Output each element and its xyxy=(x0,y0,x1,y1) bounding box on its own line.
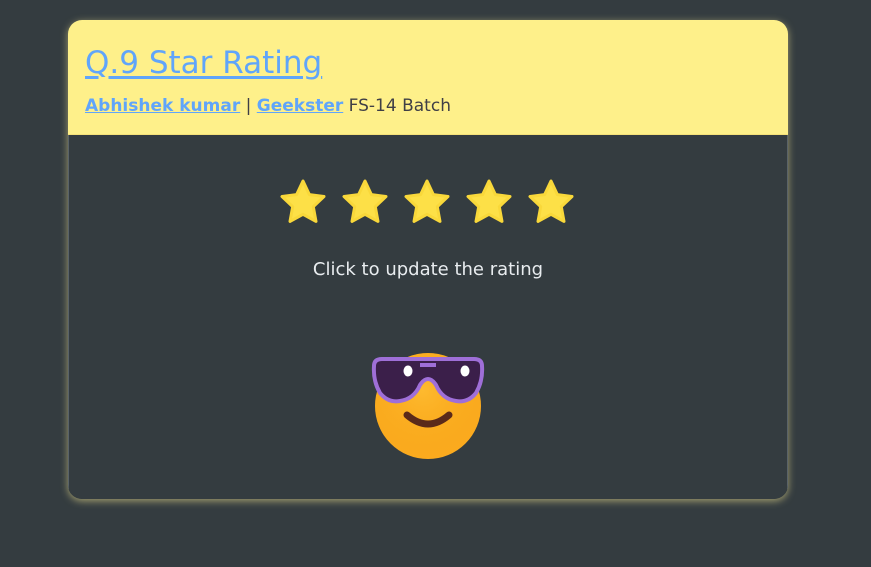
batch-label: FS-14 Batch xyxy=(348,96,451,116)
byline-separator: | xyxy=(245,96,252,116)
star-icon-4[interactable] xyxy=(463,177,515,229)
org-link[interactable]: Geekster xyxy=(257,96,343,116)
byline: Abhishek kumar | Geekster FS-14 Batch xyxy=(85,95,451,117)
sunglasses-smile-icon xyxy=(371,353,485,459)
author-link[interactable]: Abhishek kumar xyxy=(85,96,240,116)
rating-card: Q.9 Star Rating Abhishek kumar | Geekste… xyxy=(68,20,788,499)
star-icon-1[interactable] xyxy=(277,177,329,229)
star-icon-2[interactable] xyxy=(339,177,391,229)
star-icon-5[interactable] xyxy=(525,177,577,229)
card-header: Q.9 Star Rating Abhishek kumar | Geekste… xyxy=(68,20,788,135)
star-icon-3[interactable] xyxy=(401,177,453,229)
star-rating xyxy=(277,177,577,229)
rating-hint: Click to update the rating xyxy=(312,259,544,280)
page-title[interactable]: Q.9 Star Rating xyxy=(85,44,322,82)
card-body: Click to update the rating xyxy=(68,135,788,499)
